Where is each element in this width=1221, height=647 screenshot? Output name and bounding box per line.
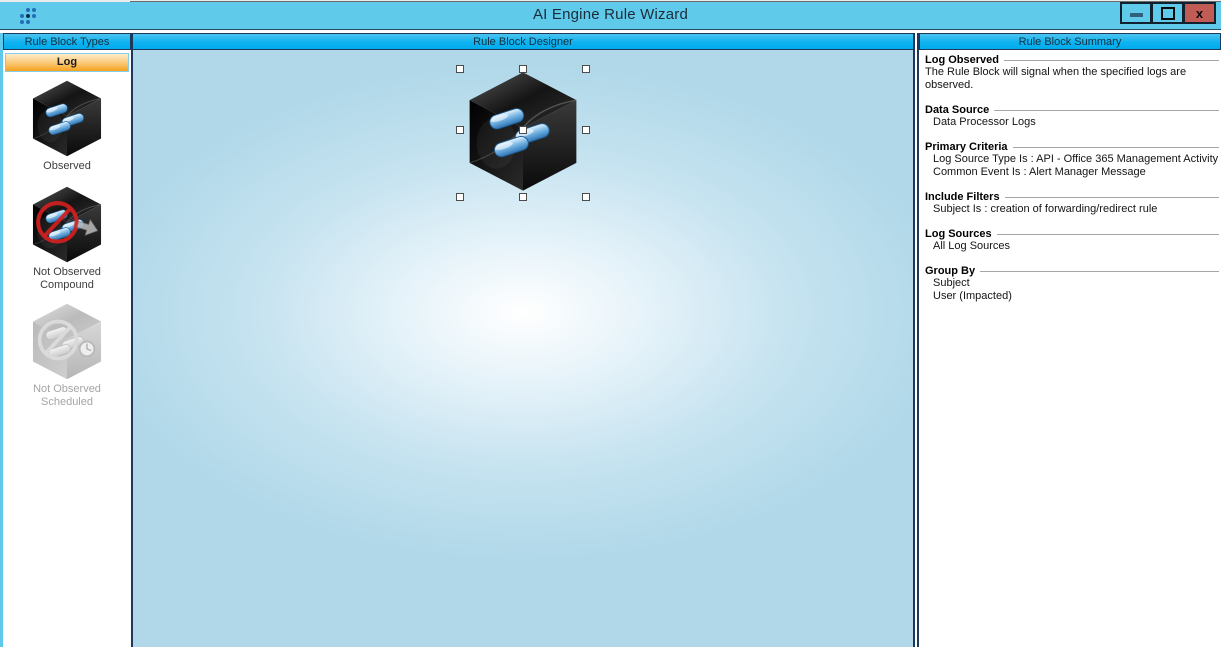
summary-section-primary-criteria: Primary Criteria Log Source Type Is : AP… xyxy=(925,141,1219,179)
designer-canvas[interactable] xyxy=(133,50,913,647)
section-divider xyxy=(994,110,1219,111)
section-divider xyxy=(1005,197,1219,198)
palette-item-label: Observed xyxy=(12,160,122,173)
section-divider xyxy=(980,271,1219,272)
palette-item-not-observed-compound[interactable]: Not Observed Compound xyxy=(3,186,131,292)
palette-item-label: Not Observed Scheduled xyxy=(12,383,122,409)
rule-block-summary-header: Rule Block Summary xyxy=(919,33,1221,50)
summary-section-group-by: Group By Subject User (Impacted) xyxy=(925,265,1219,303)
summary-section-log-sources: Log Sources All Log Sources xyxy=(925,228,1219,253)
section-divider xyxy=(1004,60,1219,61)
section-title: Primary Criteria xyxy=(925,141,1008,153)
resize-handle-bottom-left[interactable] xyxy=(456,193,464,201)
rule-block-designer-panel: Rule Block Designer xyxy=(131,33,915,647)
close-button[interactable]: x xyxy=(1184,2,1216,24)
section-line: Log Source Type Is : API - Office 365 Ma… xyxy=(925,153,1219,166)
summary-content: Log Observed The Rule Block will signal … xyxy=(919,50,1221,303)
resize-handle-middle-right[interactable] xyxy=(582,126,590,134)
window-title: AI Engine Rule Wizard xyxy=(0,6,1221,23)
resize-handle-top-left[interactable] xyxy=(456,65,464,73)
resize-handle-middle-center[interactable] xyxy=(519,126,527,134)
section-divider xyxy=(997,234,1219,235)
palette-item-label: Not Observed Compound xyxy=(12,266,122,292)
section-line: Subject Is : creation of forwarding/redi… xyxy=(925,203,1219,216)
window-controls: x xyxy=(1120,2,1216,24)
section-line: Common Event Is : Alert Manager Message xyxy=(925,166,1219,179)
summary-section-include-filters: Include Filters Subject Is : creation of… xyxy=(925,191,1219,216)
section-line: All Log Sources xyxy=(925,240,1219,253)
palette-item-observed[interactable]: Observed xyxy=(3,80,131,173)
summary-section-log-observed: Log Observed The Rule Block will signal … xyxy=(925,54,1219,92)
resize-handle-top-right[interactable] xyxy=(582,65,590,73)
section-title: Data Source xyxy=(925,104,989,116)
resize-handle-bottom-center[interactable] xyxy=(519,193,527,201)
rule-block-summary-panel: Rule Block Summary Log Observed The Rule… xyxy=(917,33,1221,647)
maximize-icon xyxy=(1161,7,1175,20)
section-line: Subject xyxy=(925,277,1219,290)
log-category-button[interactable]: Log xyxy=(5,53,129,72)
rule-block-designer-header: Rule Block Designer xyxy=(133,33,913,50)
selected-rule-block[interactable] xyxy=(456,65,590,201)
resize-handle-bottom-right[interactable] xyxy=(582,193,590,201)
resize-handle-middle-left[interactable] xyxy=(456,126,464,134)
section-title: Log Observed xyxy=(925,54,999,66)
maximize-button[interactable] xyxy=(1152,2,1184,24)
section-title: Include Filters xyxy=(925,191,1000,203)
log-observed-cube-icon xyxy=(30,80,104,157)
section-title: Group By xyxy=(925,265,975,277)
section-line: The Rule Block will signal when the spec… xyxy=(925,66,1217,92)
log-not-observed-scheduled-icon xyxy=(30,303,104,380)
palette-item-not-observed-scheduled: Not Observed Scheduled xyxy=(3,303,131,409)
rule-block-types-panel: Rule Block Types Log Observed Not Observ… xyxy=(0,33,131,647)
summary-section-data-source: Data Source Data Processor Logs xyxy=(925,104,1219,129)
section-line: User (Impacted) xyxy=(925,290,1219,303)
section-divider xyxy=(1013,147,1219,148)
rule-block-types-header: Rule Block Types xyxy=(3,33,131,50)
minimize-icon xyxy=(1130,13,1143,17)
section-title: Log Sources xyxy=(925,228,992,240)
section-line: Data Processor Logs xyxy=(925,116,1219,129)
minimize-button[interactable] xyxy=(1120,2,1152,24)
log-not-observed-compound-icon xyxy=(30,186,104,263)
titlebar: AI Engine Rule Wizard x xyxy=(0,2,1221,30)
